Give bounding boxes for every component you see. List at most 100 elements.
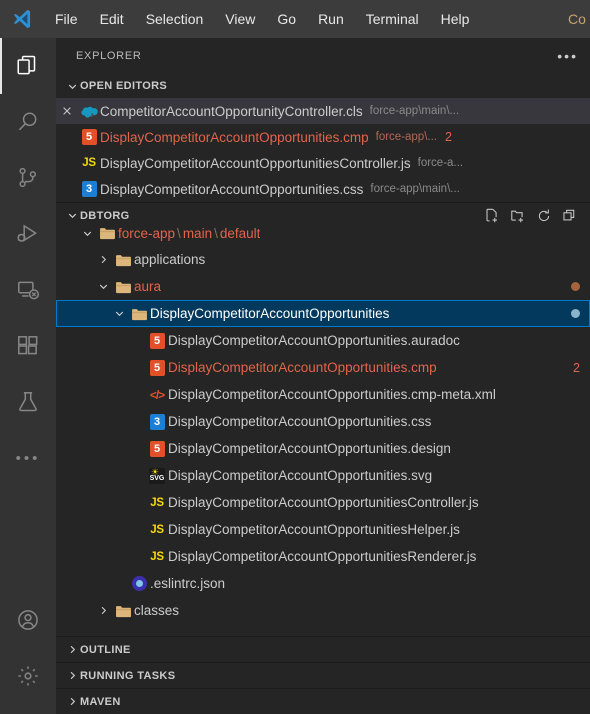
activity-explorer[interactable] (0, 38, 56, 94)
tree-row-renderer-js[interactable]: JS DisplayCompetitorAccountOpportunities… (56, 543, 590, 570)
json-icon (128, 576, 150, 591)
tree-row-cmp-meta-xml[interactable]: </> DisplayCompetitorAccountOpportunitie… (56, 381, 590, 408)
menu-selection[interactable]: Selection (135, 6, 215, 32)
editor-tab-partial[interactable]: Co (568, 0, 590, 38)
workbench-body: ••• EXPLORER ••• OPEN EDITORS Competitor… (0, 38, 590, 714)
row-decoration (571, 309, 580, 318)
open-editor-row[interactable]: JS DisplayCompetitorAccountOpportunities… (56, 150, 590, 176)
section-running-tasks[interactable]: RUNNING TASKS (56, 662, 590, 688)
tree-row-label: force-app \ main \ default (118, 228, 261, 241)
vscode-logo-icon (0, 8, 44, 30)
menu-edit[interactable]: Edit (89, 6, 135, 32)
activity-source-control[interactable] (0, 150, 56, 206)
open-editor-row[interactable]: 5 DisplayCompetitorAccountOpportunities.… (56, 124, 590, 150)
tree-row-displaycompetitoraccountopportunities[interactable]: DisplayCompetitorAccountOpportunities (56, 300, 590, 327)
refresh-icon[interactable] (536, 208, 552, 224)
open-editor-label: CompetitorAccountOpportunityController.c… (100, 103, 363, 119)
js-icon: JS (150, 550, 164, 563)
tree-row-helper-js[interactable]: JS DisplayCompetitorAccountOpportunities… (56, 516, 590, 543)
vscode-window: File Edit Selection View Go Run Terminal… (0, 0, 590, 714)
file-tree: force-app \ main \ default applications … (56, 228, 590, 624)
open-editor-label: DisplayCompetitorAccountOpportunities.cm… (100, 129, 369, 145)
open-editors-list: CompetitorAccountOpportunityController.c… (56, 98, 590, 202)
activity-accounts[interactable] (0, 592, 56, 648)
file-tree-container[interactable]: force-app \ main \ default applications … (56, 228, 590, 636)
tree-row-label: classes (134, 603, 180, 618)
tree-row-css[interactable]: 3 DisplayCompetitorAccountOpportunities.… (56, 408, 590, 435)
extensions-icon (15, 333, 41, 359)
html-icon: 5 (146, 332, 168, 349)
activity-extensions[interactable] (0, 318, 56, 374)
tree-row-cmp[interactable]: 5 DisplayCompetitorAccountOpportunities.… (56, 354, 590, 381)
collapse-all-icon[interactable] (562, 208, 578, 224)
tree-row-aura[interactable]: aura (56, 273, 590, 300)
tree-row-svg[interactable]: ☀ SVG DisplayCompetitorAccountOpportuniti… (56, 462, 590, 489)
folder-open-icon (112, 280, 134, 294)
page-title: EXPLORER (76, 50, 142, 62)
html-icon: 5 (146, 440, 168, 457)
row-decoration (571, 282, 580, 291)
css-icon: 3 (78, 181, 100, 197)
tree-row-classes[interactable]: classes (56, 597, 590, 624)
close-icon[interactable] (56, 105, 78, 117)
problem-badge: 2 (573, 360, 580, 375)
html-icon: 5 (146, 359, 168, 376)
activity-testing[interactable] (0, 374, 56, 430)
menu-bar: File Edit Selection View Go Run Terminal… (44, 6, 480, 32)
tree-row-label: DisplayCompetitorAccountOpportunities (150, 306, 390, 321)
activity-run-and-debug[interactable] (0, 206, 56, 262)
activity-more-views[interactable]: ••• (0, 430, 56, 486)
chevron-down-icon (94, 280, 112, 293)
tree-row-eslintrc-json[interactable]: .eslintrc.json (56, 570, 590, 597)
chevron-right-icon (94, 253, 112, 266)
tree-row-controller-js[interactable]: JS DisplayCompetitorAccountOpportunities… (56, 489, 590, 516)
new-file-icon[interactable] (484, 208, 500, 224)
chevron-right-icon (64, 642, 80, 658)
apex-cloud-icon (78, 105, 100, 118)
chevron-down-icon (78, 228, 96, 240)
open-editor-label: DisplayCompetitorAccountOpportunitiesCon… (100, 155, 411, 171)
tree-row-label: .eslintrc.json (150, 576, 226, 591)
files-icon (15, 53, 41, 79)
activity-bar: ••• (0, 38, 56, 714)
open-editor-description: force-app\... (375, 131, 437, 143)
activity-search[interactable] (0, 94, 56, 150)
folder-icon (112, 604, 134, 618)
tree-row-force-app[interactable]: force-app \ main \ default (56, 228, 590, 246)
source-control-icon (15, 165, 41, 191)
row-decoration: 2 (573, 361, 580, 375)
section-maven-label: MAVEN (80, 695, 121, 708)
account-icon (15, 607, 41, 633)
explorer-more-actions-icon[interactable]: ••• (557, 48, 578, 64)
section-workspace-dbtorg[interactable]: DBTORG (56, 202, 590, 228)
tree-row-design[interactable]: 5 DisplayCompetitorAccountOpportunities.… (56, 435, 590, 462)
new-folder-icon[interactable] (510, 208, 526, 224)
js-icon: JS (150, 496, 164, 509)
beaker-icon (15, 389, 41, 415)
section-outline[interactable]: OUTLINE (56, 636, 590, 662)
tree-row-label: DisplayCompetitorAccountOpportunities.sv… (168, 468, 433, 483)
open-editor-row[interactable]: CompetitorAccountOpportunityController.c… (56, 98, 590, 124)
js-icon: JS (82, 157, 96, 169)
html-icon: 5 (78, 129, 100, 145)
activity-remote-explorer[interactable] (0, 262, 56, 318)
css-icon: 3 (146, 413, 168, 430)
menu-view[interactable]: View (214, 6, 266, 32)
tree-row-applications[interactable]: applications (56, 246, 590, 273)
open-editor-row[interactable]: 3 DisplayCompetitorAccountOpportunities.… (56, 176, 590, 202)
menu-run[interactable]: Run (307, 6, 355, 32)
menu-go[interactable]: Go (266, 6, 307, 32)
decoration-dot (571, 309, 580, 318)
activity-settings[interactable] (0, 648, 56, 704)
menu-help[interactable]: Help (430, 6, 481, 32)
menu-terminal[interactable]: Terminal (355, 6, 430, 32)
tree-row-label: applications (134, 252, 206, 267)
ellipsis-icon: ••• (15, 449, 41, 467)
section-maven[interactable]: MAVEN (56, 688, 590, 714)
section-open-editors[interactable]: OPEN EDITORS (56, 74, 590, 98)
section-open-editors-label: OPEN EDITORS (80, 80, 168, 92)
workspace-name: DBTORG (80, 209, 130, 222)
tree-row-auradoc[interactable]: 5 DisplayCompetitorAccountOpportunities.… (56, 327, 590, 354)
tree-row-label: aura (134, 279, 162, 294)
menu-file[interactable]: File (44, 6, 89, 32)
